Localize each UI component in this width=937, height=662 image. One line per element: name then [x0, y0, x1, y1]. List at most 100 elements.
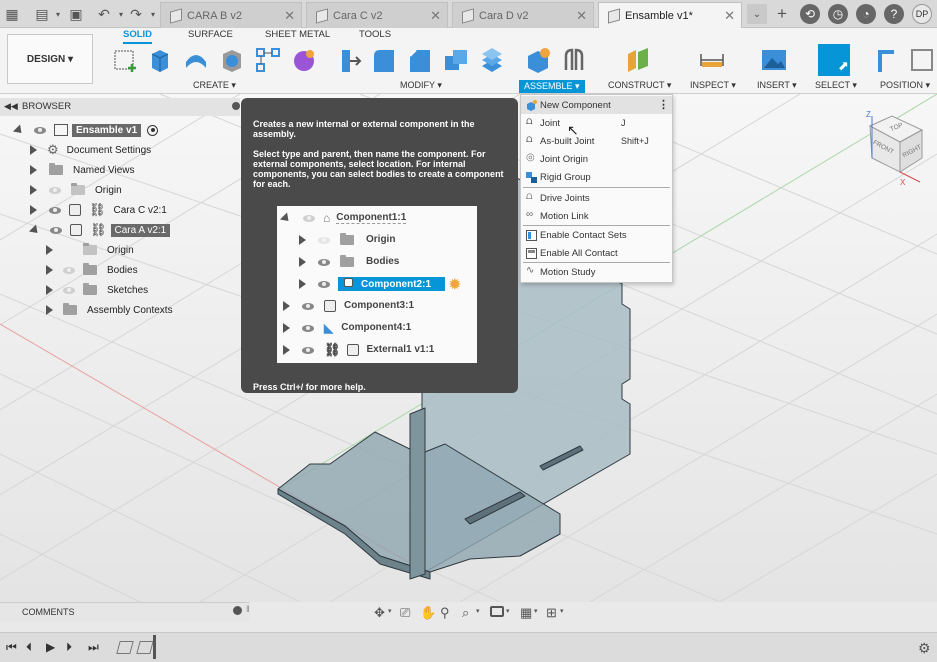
eye-hidden-icon[interactable]	[63, 286, 75, 294]
play-icon[interactable]: ▶	[46, 640, 55, 654]
gear-icon[interactable]: ⚙	[918, 640, 931, 657]
timeline-feature-icon[interactable]	[136, 641, 154, 654]
viewports-icon[interactable]: ⊞	[546, 605, 557, 621]
tree-origin[interactable]: Origin	[30, 180, 122, 200]
help-icon[interactable]: ?	[884, 4, 904, 24]
joint-icon[interactable]	[560, 46, 588, 74]
menu-item-joint[interactable]: ⩍ Joint J	[521, 114, 672, 132]
orbit-icon[interactable]: ✥	[374, 605, 385, 621]
eye-icon[interactable]	[49, 206, 61, 214]
menu-item-enable-all-contact[interactable]: Enable All Contact	[521, 244, 672, 262]
extensions-icon[interactable]: ⟲	[800, 4, 820, 24]
tab-ensamble[interactable]: Ensamble v1* ✕	[598, 2, 742, 28]
eye-hidden-icon[interactable]	[49, 186, 61, 194]
create-group-label[interactable]: CREATE ▾	[193, 80, 236, 91]
viewports-dropdown-icon[interactable]: ▾	[560, 607, 564, 615]
menu-item-new-component[interactable]: New Component ⋮	[521, 96, 672, 114]
tab-surface[interactable]: SURFACE	[188, 29, 233, 40]
inspect-group-label[interactable]: INSPECT ▾	[690, 80, 736, 91]
collapse-icon[interactable]: ◀◀	[4, 101, 18, 112]
assemble-group-label[interactable]: ASSEMBLE ▾	[519, 80, 585, 93]
press-pull-icon[interactable]	[334, 46, 362, 74]
tree-assembly-contexts[interactable]: Assembly Contexts	[46, 300, 173, 320]
tab-solid[interactable]: SOLID	[123, 29, 153, 44]
new-tab-plus-icon[interactable]: +	[772, 4, 792, 24]
construct-group-label[interactable]: CONSTRUCT ▾	[608, 80, 671, 91]
tree-sketches[interactable]: Sketches	[46, 280, 148, 300]
look-at-icon[interactable]: ⎚	[400, 605, 410, 621]
position-capture-icon[interactable]	[908, 46, 936, 74]
collapsed-arrow-icon[interactable]	[46, 285, 53, 295]
grid-icon[interactable]: ▦	[520, 605, 532, 621]
collapsed-arrow-icon[interactable]	[30, 205, 37, 215]
tree-document-settings[interactable]: ⚙ Document Settings	[30, 140, 151, 160]
collapsed-arrow-icon[interactable]	[46, 265, 53, 275]
zoom-icon[interactable]: ⚲	[440, 605, 450, 621]
construct-plane-icon[interactable]	[624, 46, 652, 74]
panel-resize-handle[interactable]: ‖	[246, 604, 250, 614]
go-to-start-icon[interactable]: ⏮	[6, 640, 17, 655]
extrude-icon[interactable]	[146, 46, 174, 74]
new-component-icon[interactable]	[524, 46, 552, 74]
browser-options-icon[interactable]	[232, 102, 240, 110]
position-icon[interactable]	[874, 46, 902, 74]
orbit-dropdown-icon[interactable]: ▾	[388, 607, 392, 615]
close-icon[interactable]: ✕	[430, 8, 441, 24]
menu-item-drive-joints[interactable]: ⩍ Drive Joints	[521, 189, 672, 207]
chevron-down-icon[interactable]: ⌄	[747, 4, 767, 24]
grid-dropdown-icon[interactable]: ▾	[534, 607, 538, 615]
fit-dropdown-icon[interactable]: ▾	[476, 607, 480, 615]
expanded-arrow-icon[interactable]	[28, 223, 42, 237]
collapsed-arrow-icon[interactable]	[30, 185, 37, 195]
tab-cara-d[interactable]: Cara D v2 ✕	[452, 2, 594, 28]
fit-icon[interactable]: ⌕	[462, 605, 469, 621]
file-dropdown-icon[interactable]: ▾	[48, 4, 68, 24]
shell-icon[interactable]	[218, 46, 246, 74]
create-sketch-icon[interactable]	[112, 46, 140, 74]
close-icon[interactable]: ✕	[576, 8, 587, 24]
avatar[interactable]: DP	[912, 4, 932, 24]
save-icon[interactable]: ▣	[66, 4, 86, 24]
timeline-feature-icon[interactable]	[116, 641, 134, 654]
display-settings-icon[interactable]	[490, 606, 504, 617]
collapsed-arrow-icon[interactable]	[46, 305, 53, 315]
menu-item-enable-contact-sets[interactable]: Enable Contact Sets	[521, 226, 672, 244]
tree-cara-c[interactable]: ⛓ Cara C v2:1	[30, 200, 167, 220]
menu-item-as-built-joint[interactable]: ⩍ As-built Joint Shift+J	[521, 132, 672, 150]
comments-add-icon[interactable]	[233, 606, 242, 615]
workspace-switcher[interactable]: DESIGN ▾	[7, 34, 93, 84]
modify-group-label[interactable]: MODIFY ▾	[400, 80, 442, 91]
select-group-label[interactable]: SELECT ▾	[815, 80, 857, 91]
measure-icon[interactable]	[698, 46, 726, 74]
collapsed-arrow-icon[interactable]	[46, 245, 53, 255]
eye-hidden-icon[interactable]	[63, 266, 75, 274]
menu-item-motion-link[interactable]: ∞ Motion Link	[521, 207, 672, 225]
viewcube[interactable]: Z X TOP FRONT RIGHT	[850, 108, 937, 188]
expanded-arrow-icon[interactable]	[12, 123, 26, 137]
form-icon[interactable]	[290, 46, 318, 74]
step-forward-icon[interactable]: ⏵	[66, 640, 72, 655]
tree-sub-origin[interactable]: Origin	[46, 240, 134, 260]
close-icon[interactable]: ✕	[724, 8, 735, 24]
position-group-label[interactable]: POSITION ▾	[880, 80, 930, 91]
combine-icon[interactable]	[442, 46, 470, 74]
tree-cara-a[interactable]: ⛓ Cara A v2:1	[28, 220, 171, 240]
eye-icon[interactable]	[50, 226, 62, 234]
insert-group-label[interactable]: INSERT ▾	[757, 80, 797, 91]
menu-item-joint-origin[interactable]: ◎ Joint Origin	[521, 150, 672, 168]
tab-tools[interactable]: TOOLS	[359, 29, 391, 40]
step-back-icon[interactable]: ⏴	[26, 640, 32, 655]
tree-root[interactable]: Ensamble v1	[12, 120, 159, 140]
collapsed-arrow-icon[interactable]	[30, 165, 37, 175]
activate-radio-icon[interactable]	[147, 124, 159, 136]
tree-named-views[interactable]: Named Views	[30, 160, 135, 180]
revolve-icon[interactable]	[182, 46, 210, 74]
job-status-icon[interactable]: ◷	[828, 4, 848, 24]
select-arrow-icon[interactable]: ⬈	[818, 44, 850, 76]
go-to-end-icon[interactable]: ⏭	[88, 640, 99, 655]
tree-bodies[interactable]: Bodies	[46, 260, 138, 280]
close-icon[interactable]: ✕	[284, 8, 295, 24]
fillet-icon[interactable]	[370, 46, 398, 74]
menu-item-rigid-group[interactable]: Rigid Group	[521, 168, 672, 186]
timeline-marker[interactable]	[153, 635, 156, 659]
